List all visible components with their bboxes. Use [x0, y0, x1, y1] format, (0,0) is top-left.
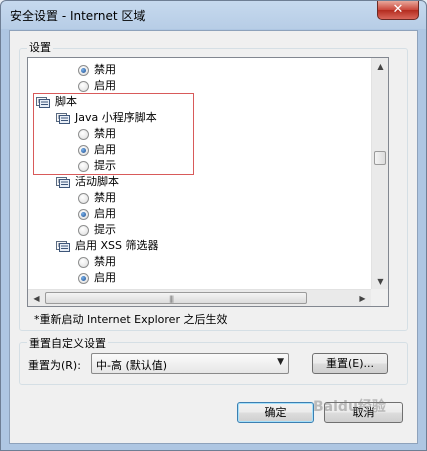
highlight-box — [33, 93, 194, 175]
radio-checked-icon[interactable] — [78, 64, 89, 76]
reset-level-value: 中-高 (默认值) — [96, 359, 168, 372]
tree-item-label: 启用 — [94, 271, 116, 284]
vertical-scrollbar[interactable]: ▲ ▼ — [371, 58, 388, 290]
radio-unchecked-icon[interactable] — [78, 256, 89, 268]
reset-button[interactable]: 重置(E)... — [312, 353, 388, 374]
radio-option[interactable]: 禁用 — [78, 190, 116, 206]
radio-unchecked-icon[interactable] — [78, 80, 89, 92]
window-title: 安全设置 - Internet 区域 — [10, 9, 146, 23]
tree-item-label: 活动脚本 — [75, 175, 119, 188]
horizontal-scrollbar[interactable]: ◀ ||| ▶ — [28, 289, 371, 306]
grip-icon: ||| — [169, 295, 174, 303]
radio-unchecked-icon[interactable] — [78, 192, 89, 204]
close-button[interactable]: ✕ — [377, 1, 419, 20]
settings-folder-icon — [56, 240, 70, 252]
radio-option[interactable]: 提示 — [78, 222, 116, 238]
scroll-down-icon[interactable]: ▼ — [372, 273, 388, 290]
radio-unchecked-icon[interactable] — [78, 224, 89, 236]
ok-button[interactable]: 确定 — [237, 402, 314, 423]
radio-option[interactable]: 启用 — [78, 206, 116, 222]
radio-option[interactable]: 禁用 — [78, 62, 116, 78]
reset-to-label: 重置为(R): — [28, 359, 81, 372]
horizontal-scroll-thumb[interactable]: ||| — [45, 292, 307, 304]
radio-option[interactable]: 禁用 — [78, 254, 116, 270]
tree-item-label: 启用 — [94, 207, 116, 220]
settings-folder-icon — [56, 176, 70, 188]
tree-item-label: 启用 — [94, 79, 116, 92]
radio-checked-icon[interactable] — [78, 208, 89, 220]
scroll-left-icon[interactable]: ◀ — [28, 290, 45, 306]
vertical-scroll-thumb[interactable] — [374, 151, 386, 165]
settings-group-label: 设置 — [27, 39, 53, 55]
tree-item-label: 禁用 — [94, 191, 116, 204]
radio-checked-icon[interactable] — [78, 272, 89, 284]
radio-option[interactable]: 启用 — [78, 78, 116, 94]
scroll-up-icon[interactable]: ▲ — [372, 58, 388, 75]
tree-item-label: 禁用 — [94, 63, 116, 76]
tree-item-label: 禁用 — [94, 255, 116, 268]
scroll-right-icon[interactable]: ▶ — [354, 290, 371, 306]
tree-item-label: 提示 — [94, 223, 116, 236]
close-icon: ✕ — [392, 2, 404, 17]
title-bar[interactable]: 安全设置 - Internet 区域 ✕ — [1, 1, 426, 29]
tree-item-label: 启用 XSS 筛选器 — [75, 239, 159, 252]
radio-option[interactable]: 启用 — [78, 270, 116, 286]
scroll-corner — [371, 289, 388, 306]
watermark-logo: Baidu经验 — [313, 399, 386, 415]
reset-group-label: 重置自定义设置 — [27, 335, 108, 351]
restart-note: *重新启动 Internet Explorer 之后生效 — [34, 313, 228, 326]
reset-level-select[interactable]: 中-高 (默认值) ▼ — [91, 353, 289, 374]
tree-category[interactable]: 活动脚本 — [56, 174, 119, 190]
chevron-down-icon: ▼ — [277, 357, 284, 367]
tree-category[interactable]: 启用 XSS 筛选器 — [56, 238, 159, 254]
